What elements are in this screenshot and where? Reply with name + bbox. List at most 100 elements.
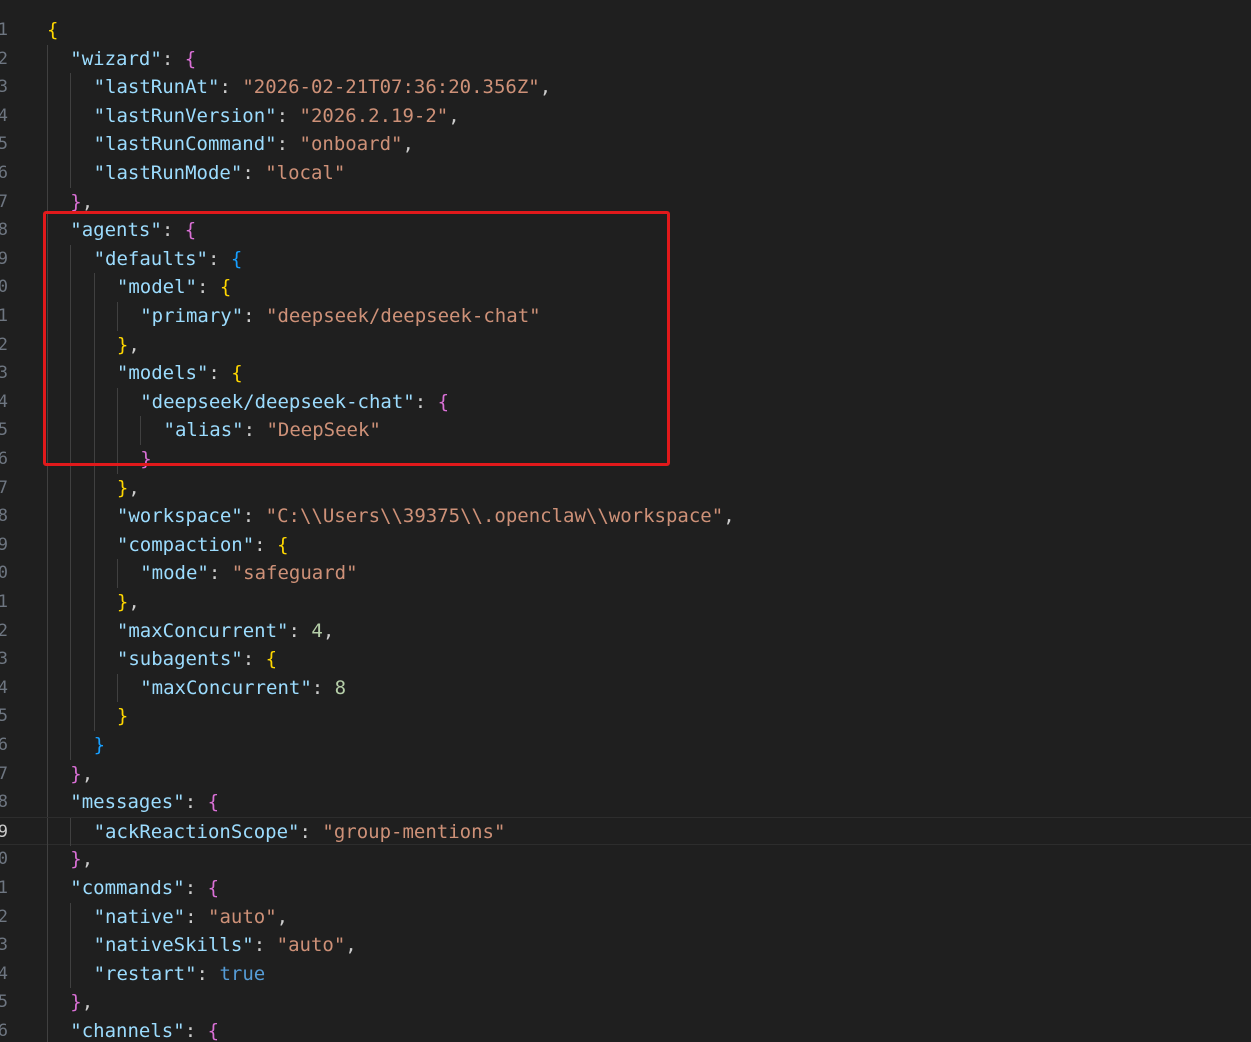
code-line[interactable]: 3 "nativeSkills": "auto", <box>0 931 1251 960</box>
code-text[interactable]: { <box>47 16 58 45</box>
code-line[interactable]: 3 "lastRunAt": "2026-02-21T07:36:20.356Z"… <box>0 73 1251 102</box>
code-line[interactable]: 5} <box>0 702 1251 731</box>
code-text[interactable]: }, <box>70 760 93 789</box>
code-line[interactable]: 0 "mode": "safeguard" <box>0 559 1251 588</box>
line-number: 1 <box>0 878 8 898</box>
code-line[interactable]: 9 "defaults": { <box>0 244 1251 274</box>
code-line[interactable]: 2}, <box>0 330 1251 360</box>
code-text[interactable]: "alias": "DeepSeek" <box>164 416 381 445</box>
code-line[interactable]: 3 "models": { <box>0 359 1251 388</box>
indent-guide <box>70 159 72 188</box>
code-text[interactable]: }, <box>117 474 140 503</box>
code-text[interactable]: "lastRunAt": "2026-02-21T07:36:20.356Z", <box>94 73 552 102</box>
code-line[interactable]: 1}, <box>0 588 1251 617</box>
code-token: { <box>207 1020 220 1042</box>
code-text[interactable]: }, <box>70 188 93 217</box>
code-line[interactable]: 5 "lastRunCommand": "onboard", <box>0 130 1251 159</box>
indent-guide <box>70 673 72 703</box>
code-line[interactable]: 2 "maxConcurrent": 4, <box>0 616 1251 646</box>
indent-guide <box>70 445 72 474</box>
code-token: "lastRunAt" <box>93 76 220 99</box>
code-text[interactable]: } <box>94 731 105 760</box>
code-text[interactable]: "maxConcurrent": 4, <box>117 617 334 646</box>
code-line[interactable]: 9 "ackReactionScope": "group-mentions" <box>0 816 1251 847</box>
code-line[interactable]: 4 "deepseek/deepseek-chat": { <box>0 387 1251 417</box>
code-line[interactable]: 6 "channels": { <box>0 1017 1251 1042</box>
code-token: , <box>128 476 140 499</box>
code-text[interactable]: "models": { <box>117 359 243 388</box>
indent-guide <box>47 330 48 360</box>
code-text[interactable]: "lastRunVersion": "2026.2.19-2", <box>94 102 460 131</box>
code-line[interactable]: 2 "wizard": { <box>0 44 1251 74</box>
code-line[interactable]: 6} <box>0 445 1251 474</box>
indent-guide <box>47 187 48 217</box>
code-token: true <box>219 962 266 985</box>
code-line[interactable]: 7}, <box>0 187 1251 217</box>
code-text[interactable]: "deepseek/deepseek-chat": { <box>140 388 449 417</box>
code-line[interactable]: 8 "messages": { <box>0 788 1251 817</box>
code-text[interactable]: "primary": "deepseek/deepseek-chat" <box>140 302 540 331</box>
code-text[interactable]: }, <box>117 588 140 617</box>
code-line[interactable]: 4 "lastRunVersion": "2026.2.19-2", <box>0 101 1251 131</box>
code-line[interactable]: 0 "model": { <box>0 273 1251 302</box>
indent-guide <box>116 673 118 703</box>
code-text[interactable]: }, <box>70 988 93 1017</box>
code-line[interactable]: 2 "native": "auto", <box>0 902 1251 932</box>
code-text[interactable]: "mode": "safeguard" <box>140 559 357 588</box>
line-number: 2 <box>0 620 8 641</box>
code-line[interactable]: 4 "maxConcurrent": 8 <box>0 673 1251 703</box>
code-text[interactable]: "workspace": "C:\\Users\\39375\\.opencla… <box>117 502 735 531</box>
code-text[interactable]: "lastRunCommand": "onboard", <box>94 130 414 159</box>
code-text[interactable]: "nativeSkills": "auto", <box>94 931 357 960</box>
code-line[interactable]: 6} <box>0 731 1251 760</box>
line-number: 1 <box>0 306 8 326</box>
code-line[interactable]: 4 "restart": true <box>0 959 1251 989</box>
code-text[interactable]: "restart": true <box>94 960 266 989</box>
code-line[interactable]: 7}, <box>0 759 1251 789</box>
code-token: : <box>242 505 266 528</box>
code-token: : <box>243 305 267 327</box>
code-line[interactable]: 8 "workspace": "C:\\Users\\39375\\.opencl… <box>0 502 1251 531</box>
code-text[interactable]: "compaction": { <box>117 531 289 560</box>
code-line[interactable]: 8 "agents": { <box>0 216 1251 245</box>
code-token: : <box>207 247 231 270</box>
indent-guide <box>93 416 95 445</box>
code-text[interactable]: "maxConcurrent": 8 <box>140 674 346 703</box>
code-line[interactable]: 1 "commands": { <box>0 874 1251 903</box>
code-line[interactable]: 7}, <box>0 473 1251 503</box>
code-token: "safeguard" <box>231 562 358 585</box>
code-text[interactable]: "defaults": { <box>94 245 243 274</box>
code-text[interactable]: "commands": { <box>70 874 219 903</box>
code-line[interactable]: 6 "lastRunMode": "local" <box>0 159 1251 188</box>
code-line[interactable]: 1{ <box>0 16 1251 45</box>
code-text[interactable]: "model": { <box>117 273 231 302</box>
indent-guide <box>70 387 72 417</box>
code-text[interactable]: } <box>140 445 151 474</box>
code-token: , <box>402 133 414 156</box>
code-line[interactable]: 5 "alias": "DeepSeek" <box>0 416 1251 445</box>
indent-guide <box>70 330 72 360</box>
code-text[interactable]: "subagents": { <box>117 645 277 674</box>
code-text[interactable]: "lastRunMode": "local" <box>94 159 346 188</box>
indent-guide <box>70 416 72 445</box>
code-line[interactable]: 5}, <box>0 988 1251 1017</box>
code-line[interactable]: 9 "compaction": { <box>0 530 1251 560</box>
code-token: "native" <box>93 905 186 928</box>
code-editor[interactable]: 1{2 "wizard": {3 "lastRunAt": "2026-02-21T… <box>0 0 1251 1042</box>
code-text[interactable]: } <box>117 702 128 731</box>
code-text[interactable]: "agents": { <box>70 216 196 245</box>
indent-guide <box>70 959 72 989</box>
code-text[interactable]: }, <box>70 845 93 874</box>
code-text[interactable]: "channels": { <box>70 1017 219 1042</box>
indent-guide <box>70 902 72 932</box>
code-line[interactable]: 0}, <box>0 845 1251 874</box>
code-line[interactable]: 1 "primary": "deepseek/deepseek-chat" <box>0 302 1251 331</box>
code-text[interactable]: "ackReactionScope": "group-mentions" <box>94 818 506 847</box>
code-line[interactable]: 3 "subagents": { <box>0 645 1251 674</box>
indent-guide <box>70 616 72 646</box>
code-text[interactable]: }, <box>117 331 140 360</box>
code-token: "deepseek/deepseek-chat" <box>140 390 415 413</box>
code-text[interactable]: "messages": { <box>70 788 219 817</box>
code-text[interactable]: "wizard": { <box>70 45 196 74</box>
code-text[interactable]: "native": "auto", <box>94 903 289 932</box>
